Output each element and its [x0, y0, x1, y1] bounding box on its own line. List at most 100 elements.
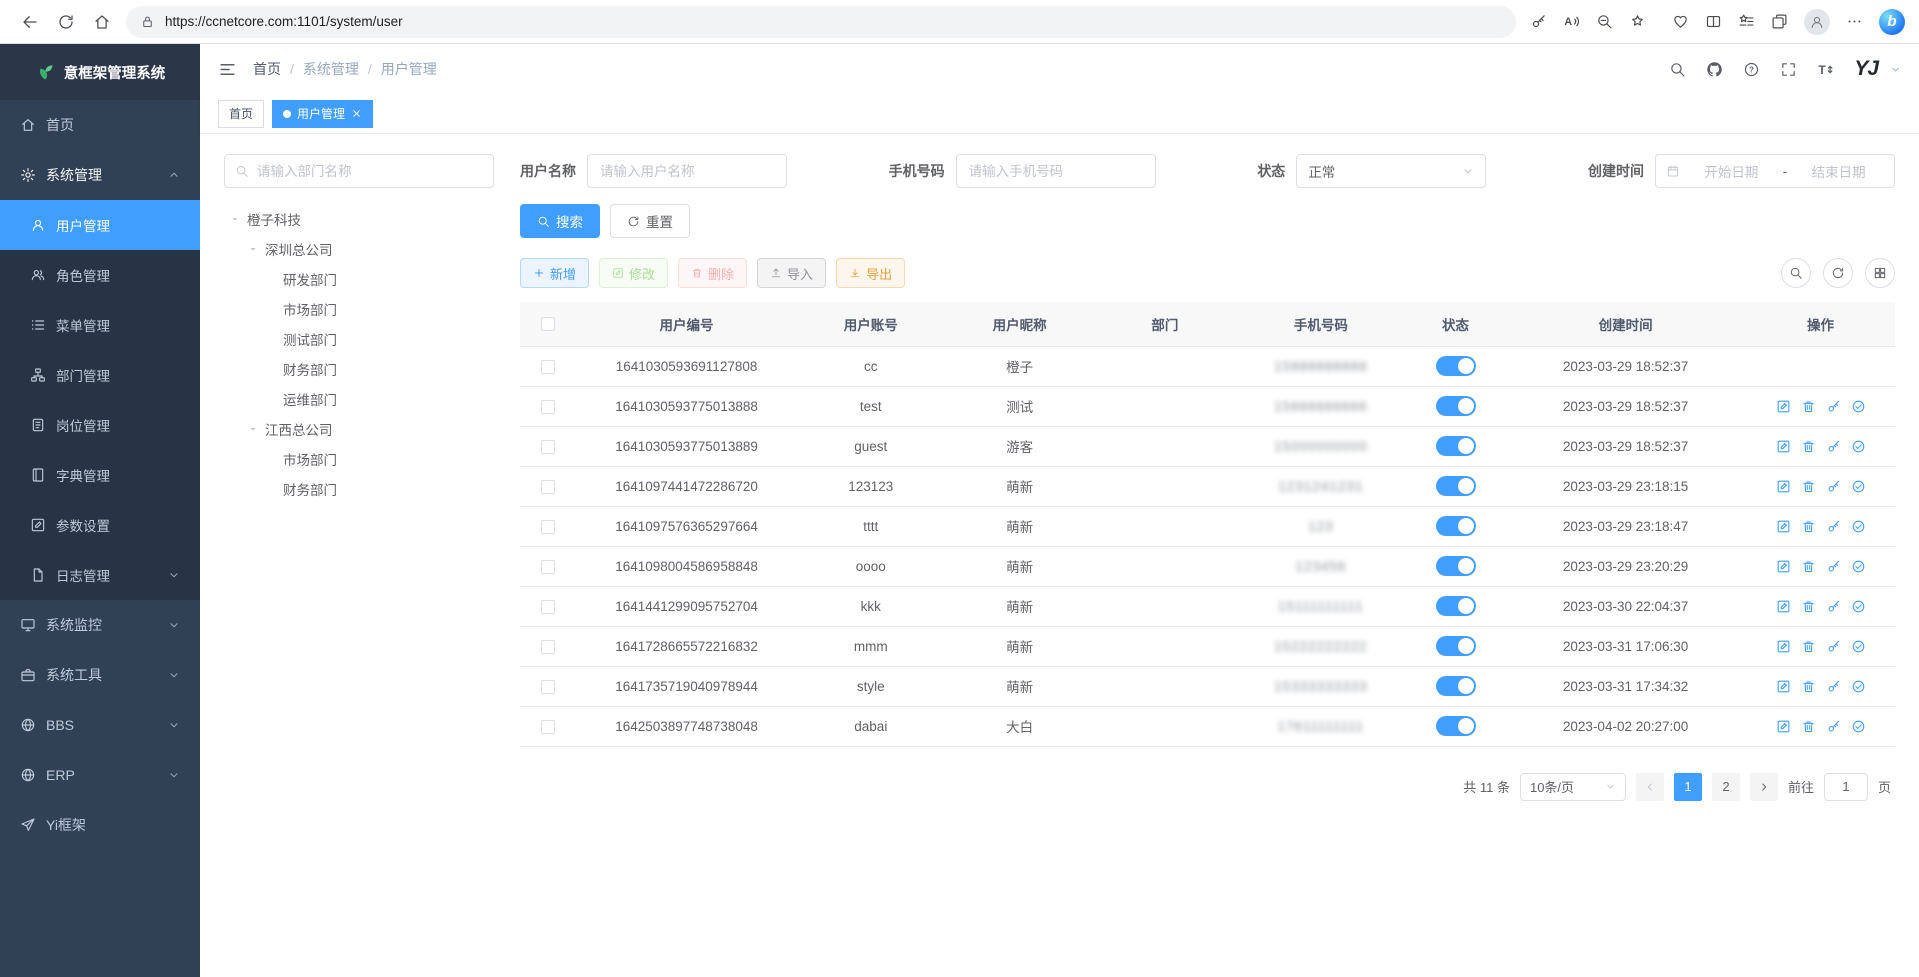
search-button[interactable]: 搜索: [520, 204, 600, 238]
status-toggle[interactable]: [1436, 636, 1476, 656]
reset-button[interactable]: 重置: [610, 204, 690, 238]
tab-home[interactable]: 首页: [218, 100, 264, 128]
reset-password-icon[interactable]: [1826, 399, 1841, 414]
sidebar-item-system[interactable]: 系统管理: [0, 150, 200, 200]
export-button[interactable]: 导出: [836, 258, 905, 288]
import-button[interactable]: 导入: [757, 258, 826, 288]
tree-node[interactable]: 深圳总公司: [224, 234, 494, 264]
saved-password-icon[interactable]: [1530, 13, 1547, 30]
edit-icon[interactable]: [1776, 679, 1791, 694]
status-toggle[interactable]: [1436, 596, 1476, 616]
reset-password-icon[interactable]: [1826, 679, 1841, 694]
tree-node[interactable]: 运维部门: [224, 384, 494, 414]
status-select[interactable]: 正常: [1296, 154, 1486, 188]
help-icon[interactable]: ?: [1743, 61, 1760, 78]
status-toggle[interactable]: [1436, 716, 1476, 736]
tree-node[interactable]: 财务部门: [224, 354, 494, 384]
row-checkbox[interactable]: [541, 520, 555, 534]
browser-home-button[interactable]: [86, 6, 118, 38]
sidebar-item-erp[interactable]: ERP: [0, 750, 200, 800]
assign-role-icon[interactable]: [1851, 599, 1866, 614]
dept-search-input[interactable]: [257, 164, 483, 179]
sidebar-item-yiframe[interactable]: Yi框架: [0, 800, 200, 850]
delete-icon[interactable]: [1801, 639, 1816, 654]
row-checkbox[interactable]: [541, 360, 555, 374]
reset-password-icon[interactable]: [1826, 439, 1841, 454]
browser-menu-icon[interactable]: [1846, 13, 1863, 30]
row-checkbox[interactable]: [541, 680, 555, 694]
add-button[interactable]: 新增: [520, 258, 589, 288]
tab-close-icon[interactable]: [351, 108, 362, 119]
back-button[interactable]: [14, 6, 46, 38]
delete-icon[interactable]: [1801, 679, 1816, 694]
sidebar-item-menu[interactable]: 菜单管理: [0, 300, 200, 350]
split-screen-icon[interactable]: [1705, 13, 1722, 30]
edit-icon[interactable]: [1776, 439, 1791, 454]
breadcrumb-item[interactable]: 首页: [253, 59, 281, 79]
delete-button[interactable]: 删除: [678, 258, 747, 288]
sidebar-item-home[interactable]: 首页: [0, 100, 200, 150]
sidebar-item-log[interactable]: 日志管理: [0, 550, 200, 600]
tree-node[interactable]: 橙子科技: [224, 204, 494, 234]
browser-essentials-icon[interactable]: [1672, 13, 1689, 30]
breadcrumb-item[interactable]: 系统管理: [303, 59, 359, 79]
prev-page-button[interactable]: [1636, 773, 1664, 801]
next-page-button[interactable]: [1750, 773, 1778, 801]
zoom-icon[interactable]: [1596, 13, 1613, 30]
page-size-select[interactable]: 10条/页: [1520, 773, 1626, 801]
reset-password-icon[interactable]: [1826, 519, 1841, 534]
copilot-icon[interactable]: b: [1879, 9, 1905, 35]
profile-avatar[interactable]: [1804, 9, 1830, 35]
read-aloud-icon[interactable]: A: [1563, 13, 1580, 30]
address-bar[interactable]: https://ccnetcore.com:1101/system/user: [126, 6, 1516, 38]
delete-icon[interactable]: [1801, 559, 1816, 574]
font-size-icon[interactable]: T: [1817, 61, 1834, 78]
breadcrumb-item[interactable]: 用户管理: [381, 59, 437, 79]
page-button[interactable]: 1: [1674, 773, 1702, 801]
refresh-button[interactable]: [1823, 258, 1853, 288]
header-search-icon[interactable]: [1669, 61, 1686, 78]
goto-page-input[interactable]: [1824, 773, 1868, 801]
status-toggle[interactable]: [1436, 396, 1476, 416]
tree-node[interactable]: 财务部门: [224, 474, 494, 504]
daterange-picker[interactable]: 开始日期 - 结束日期: [1655, 154, 1895, 188]
row-checkbox[interactable]: [541, 560, 555, 574]
site-info-icon[interactable]: [140, 14, 155, 29]
page-button[interactable]: 2: [1712, 773, 1740, 801]
assign-role-icon[interactable]: [1851, 439, 1866, 454]
delete-icon[interactable]: [1801, 399, 1816, 414]
sidebar-item-role[interactable]: 角色管理: [0, 250, 200, 300]
edit-icon[interactable]: [1776, 479, 1791, 494]
tree-node[interactable]: 研发部门: [224, 264, 494, 294]
delete-icon[interactable]: [1801, 519, 1816, 534]
user-avatar-logo[interactable]: YJ: [1854, 57, 1878, 81]
delete-icon[interactable]: [1801, 599, 1816, 614]
edit-icon[interactable]: [1776, 599, 1791, 614]
select-all-checkbox[interactable]: [541, 317, 555, 331]
reset-password-icon[interactable]: [1826, 599, 1841, 614]
assign-role-icon[interactable]: [1851, 679, 1866, 694]
sidebar-item-dict[interactable]: 字典管理: [0, 450, 200, 500]
edit-icon[interactable]: [1776, 639, 1791, 654]
github-icon[interactable]: [1706, 61, 1723, 78]
sidebar-toggle-icon[interactable]: [218, 60, 237, 79]
reload-button[interactable]: [50, 6, 82, 38]
assign-role-icon[interactable]: [1851, 519, 1866, 534]
status-toggle[interactable]: [1436, 516, 1476, 536]
row-checkbox[interactable]: [541, 640, 555, 654]
delete-icon[interactable]: [1801, 719, 1816, 734]
sidebar-item-user[interactable]: 用户管理: [0, 200, 200, 250]
sidebar-item-post[interactable]: 岗位管理: [0, 400, 200, 450]
fullscreen-icon[interactable]: [1780, 61, 1797, 78]
tree-node[interactable]: 江西总公司: [224, 414, 494, 444]
assign-role-icon[interactable]: [1851, 479, 1866, 494]
sidebar-item-tools[interactable]: 系统工具: [0, 650, 200, 700]
reset-password-icon[interactable]: [1826, 719, 1841, 734]
add-favorite-icon[interactable]: [1629, 13, 1646, 30]
tab-user-manage[interactable]: 用户管理: [272, 100, 373, 128]
row-checkbox[interactable]: [541, 600, 555, 614]
reset-password-icon[interactable]: [1826, 559, 1841, 574]
edit-icon[interactable]: [1776, 719, 1791, 734]
tree-node[interactable]: 测试部门: [224, 324, 494, 354]
delete-icon[interactable]: [1801, 479, 1816, 494]
